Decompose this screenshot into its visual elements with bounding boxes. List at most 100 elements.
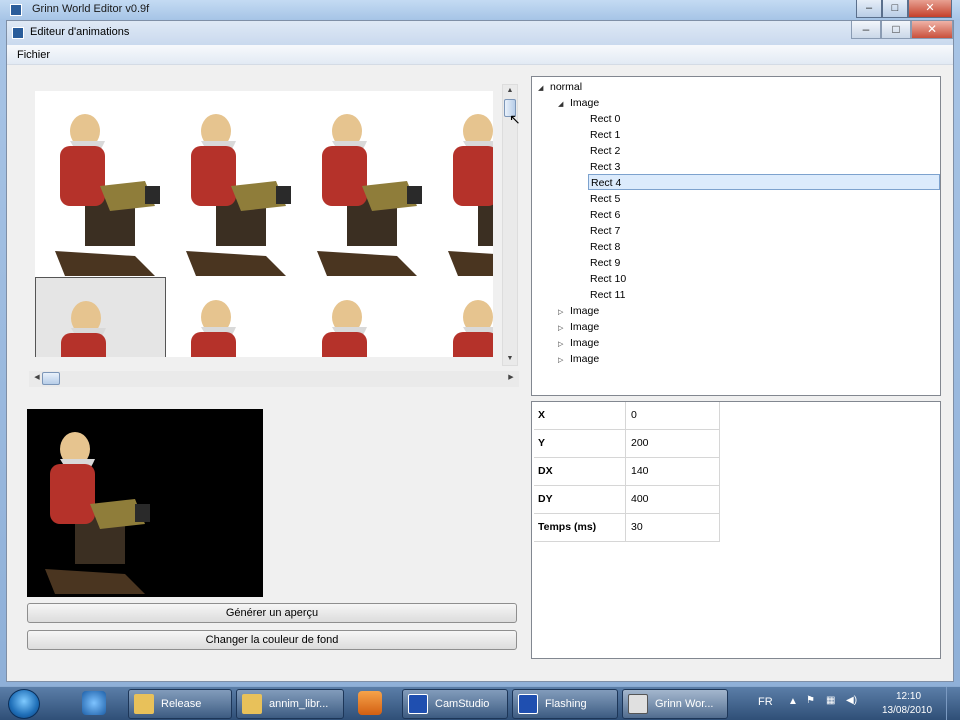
tree-node-rect[interactable]: Rect 1: [590, 127, 620, 143]
menubar: Fichier: [7, 45, 953, 65]
property-key: DY: [534, 486, 626, 514]
generate-preview-button[interactable]: Générer un aperçu: [27, 603, 517, 623]
outer-titlebar[interactable]: Grinn World Editor v0.9f – □ ✕: [0, 0, 960, 20]
dwarf-preview-icon: [45, 432, 150, 594]
tree-node-rect[interactable]: Rect 0: [590, 111, 620, 127]
change-background-button[interactable]: Changer la couleur de fond: [27, 630, 517, 650]
sprite-frame[interactable]: [428, 91, 493, 277]
sprite-frame[interactable]: [428, 277, 493, 357]
horizontal-scroll-thumb[interactable]: [42, 372, 60, 385]
scroll-down-icon[interactable]: ▼: [503, 353, 517, 365]
tree-node-rect[interactable]: Rect 6: [590, 207, 620, 223]
folder-icon: [134, 694, 154, 714]
sprite-sheet-view[interactable]: [35, 91, 493, 357]
inner-close-button[interactable]: ✕: [911, 21, 953, 39]
sprite-frame[interactable]: [166, 91, 297, 277]
network-icon[interactable]: ▦: [826, 695, 835, 706]
property-value[interactable]: 140: [626, 458, 720, 486]
taskbar: Release annim_libr... CamStudio Flashing…: [0, 686, 960, 720]
tree-node-rect[interactable]: Rect 3: [590, 159, 620, 175]
sprite-frame[interactable]: [35, 91, 166, 277]
tree-node-image[interactable]: ▷ Image: [558, 319, 599, 335]
window-icon: [12, 27, 24, 39]
property-key: DX: [534, 458, 626, 486]
tree-node-rect[interactable]: Rect 5: [590, 191, 620, 207]
taskbar-item-annim[interactable]: annim_libr...: [236, 689, 344, 719]
inner-titlebar[interactable]: Editeur d'animations – □ ✕: [7, 21, 953, 45]
property-value[interactable]: 30: [626, 514, 720, 542]
sprite-frame-selected[interactable]: [35, 277, 166, 357]
dwarf-sprite-icon: [322, 300, 367, 357]
taskbar-item-release[interactable]: Release: [128, 689, 232, 719]
inner-window-title: Editeur d'animations: [30, 26, 130, 38]
close-button[interactable]: ✕: [908, 0, 952, 18]
scroll-up-icon[interactable]: ▲: [503, 85, 517, 97]
expanded-arrow-icon[interactable]: ◢: [538, 81, 550, 97]
outer-window-frame: Grinn World Editor v0.9f – □ ✕ Editeur d…: [0, 0, 960, 686]
property-key: X: [534, 402, 626, 430]
dwarf-sprite-icon: [55, 114, 160, 276]
taskbar-item-camstudio[interactable]: CamStudio: [402, 689, 508, 719]
property-key: Y: [534, 430, 626, 458]
taskbar-item-flashing[interactable]: Flashing: [512, 689, 618, 719]
dwarf-sprite-icon: [186, 114, 291, 276]
outer-window-title: Grinn World Editor v0.9f: [32, 3, 150, 15]
collapsed-arrow-icon[interactable]: ▷: [558, 353, 570, 369]
internet-explorer-icon[interactable]: [82, 691, 106, 715]
app-icon: [10, 4, 22, 16]
tree-node-rect[interactable]: Rect 9: [590, 255, 620, 271]
property-value[interactable]: 200: [626, 430, 720, 458]
dwarf-sprite-icon: [448, 114, 493, 276]
tree-node-rect[interactable]: Rect 8: [590, 239, 620, 255]
taskbar-item-grinn[interactable]: Grinn Wor...: [622, 689, 728, 719]
media-player-icon[interactable]: [358, 691, 382, 715]
menu-fichier[interactable]: Fichier: [17, 49, 50, 61]
show-desktop-button[interactable]: [946, 687, 960, 720]
mouse-cursor-icon: ↖: [509, 111, 521, 127]
tree-node-normal[interactable]: ◢ normal: [538, 79, 582, 95]
tree-node-rect[interactable]: Rect 11: [590, 287, 625, 303]
volume-icon[interactable]: ◀): [846, 695, 857, 706]
inner-maximize-button[interactable]: □: [881, 21, 911, 39]
dwarf-sprite-icon: [453, 300, 493, 357]
animation-editor-window: Editeur d'animations – □ ✕ Fichier ▲ ▼ ↖…: [6, 20, 954, 682]
language-indicator[interactable]: FR: [758, 696, 773, 708]
folder-icon: [242, 694, 262, 714]
tree-node-rect[interactable]: Rect 10: [590, 271, 626, 287]
tray-expand-icon[interactable]: ▲: [788, 696, 798, 707]
tree-node-rect[interactable]: Rect 2: [590, 143, 620, 159]
tree-node-image[interactable]: ▷ Image: [558, 335, 599, 351]
sprite-frame[interactable]: [297, 91, 428, 277]
property-value[interactable]: 0: [626, 402, 720, 430]
outer-caption-buttons: – □ ✕: [856, 0, 952, 18]
sprite-frame[interactable]: [166, 277, 297, 357]
animation-preview: [27, 409, 263, 597]
tree-node-image[interactable]: ◢ Image: [558, 95, 599, 111]
property-key: Temps (ms): [534, 514, 626, 542]
clock-date[interactable]: 13/08/2010: [882, 705, 932, 716]
expanded-arrow-icon[interactable]: ◢: [558, 97, 570, 113]
start-button[interactable]: [8, 689, 40, 719]
dwarf-sprite-icon: [61, 301, 106, 357]
inner-minimize-button[interactable]: –: [851, 21, 881, 39]
tree-node-rect-selected[interactable]: Rect 4: [588, 174, 940, 190]
app-icon: [518, 694, 538, 714]
clock-time[interactable]: 12:10: [896, 691, 921, 702]
minimize-button[interactable]: –: [856, 0, 882, 18]
tree-node-rect[interactable]: Rect 7: [590, 223, 620, 239]
flag-icon[interactable]: ⚑: [806, 695, 815, 706]
scroll-right-icon[interactable]: ▶: [505, 373, 517, 385]
tree-node-image[interactable]: ▷ Image: [558, 351, 599, 367]
sheet-horizontal-scrollbar[interactable]: ◀ ▶: [29, 371, 519, 387]
animation-tree[interactable]: ◢ normal ◢ Image Rect 0 Rect 1 Rect 2 Rect…: [531, 76, 941, 396]
sprite-frame[interactable]: [297, 277, 428, 357]
inner-caption-buttons: – □ ✕: [851, 21, 953, 39]
property-table: X 0 Y 200 DX 140 DY 400 Temps (ms) 30: [531, 401, 941, 659]
maximize-button[interactable]: □: [882, 0, 908, 18]
camstudio-icon: [408, 694, 428, 714]
tree-node-image[interactable]: ▷ Image: [558, 303, 599, 319]
editor-icon: [628, 694, 648, 714]
property-value[interactable]: 400: [626, 486, 720, 514]
dwarf-sprite-icon: [317, 114, 422, 276]
dwarf-sprite-icon: [191, 300, 236, 357]
